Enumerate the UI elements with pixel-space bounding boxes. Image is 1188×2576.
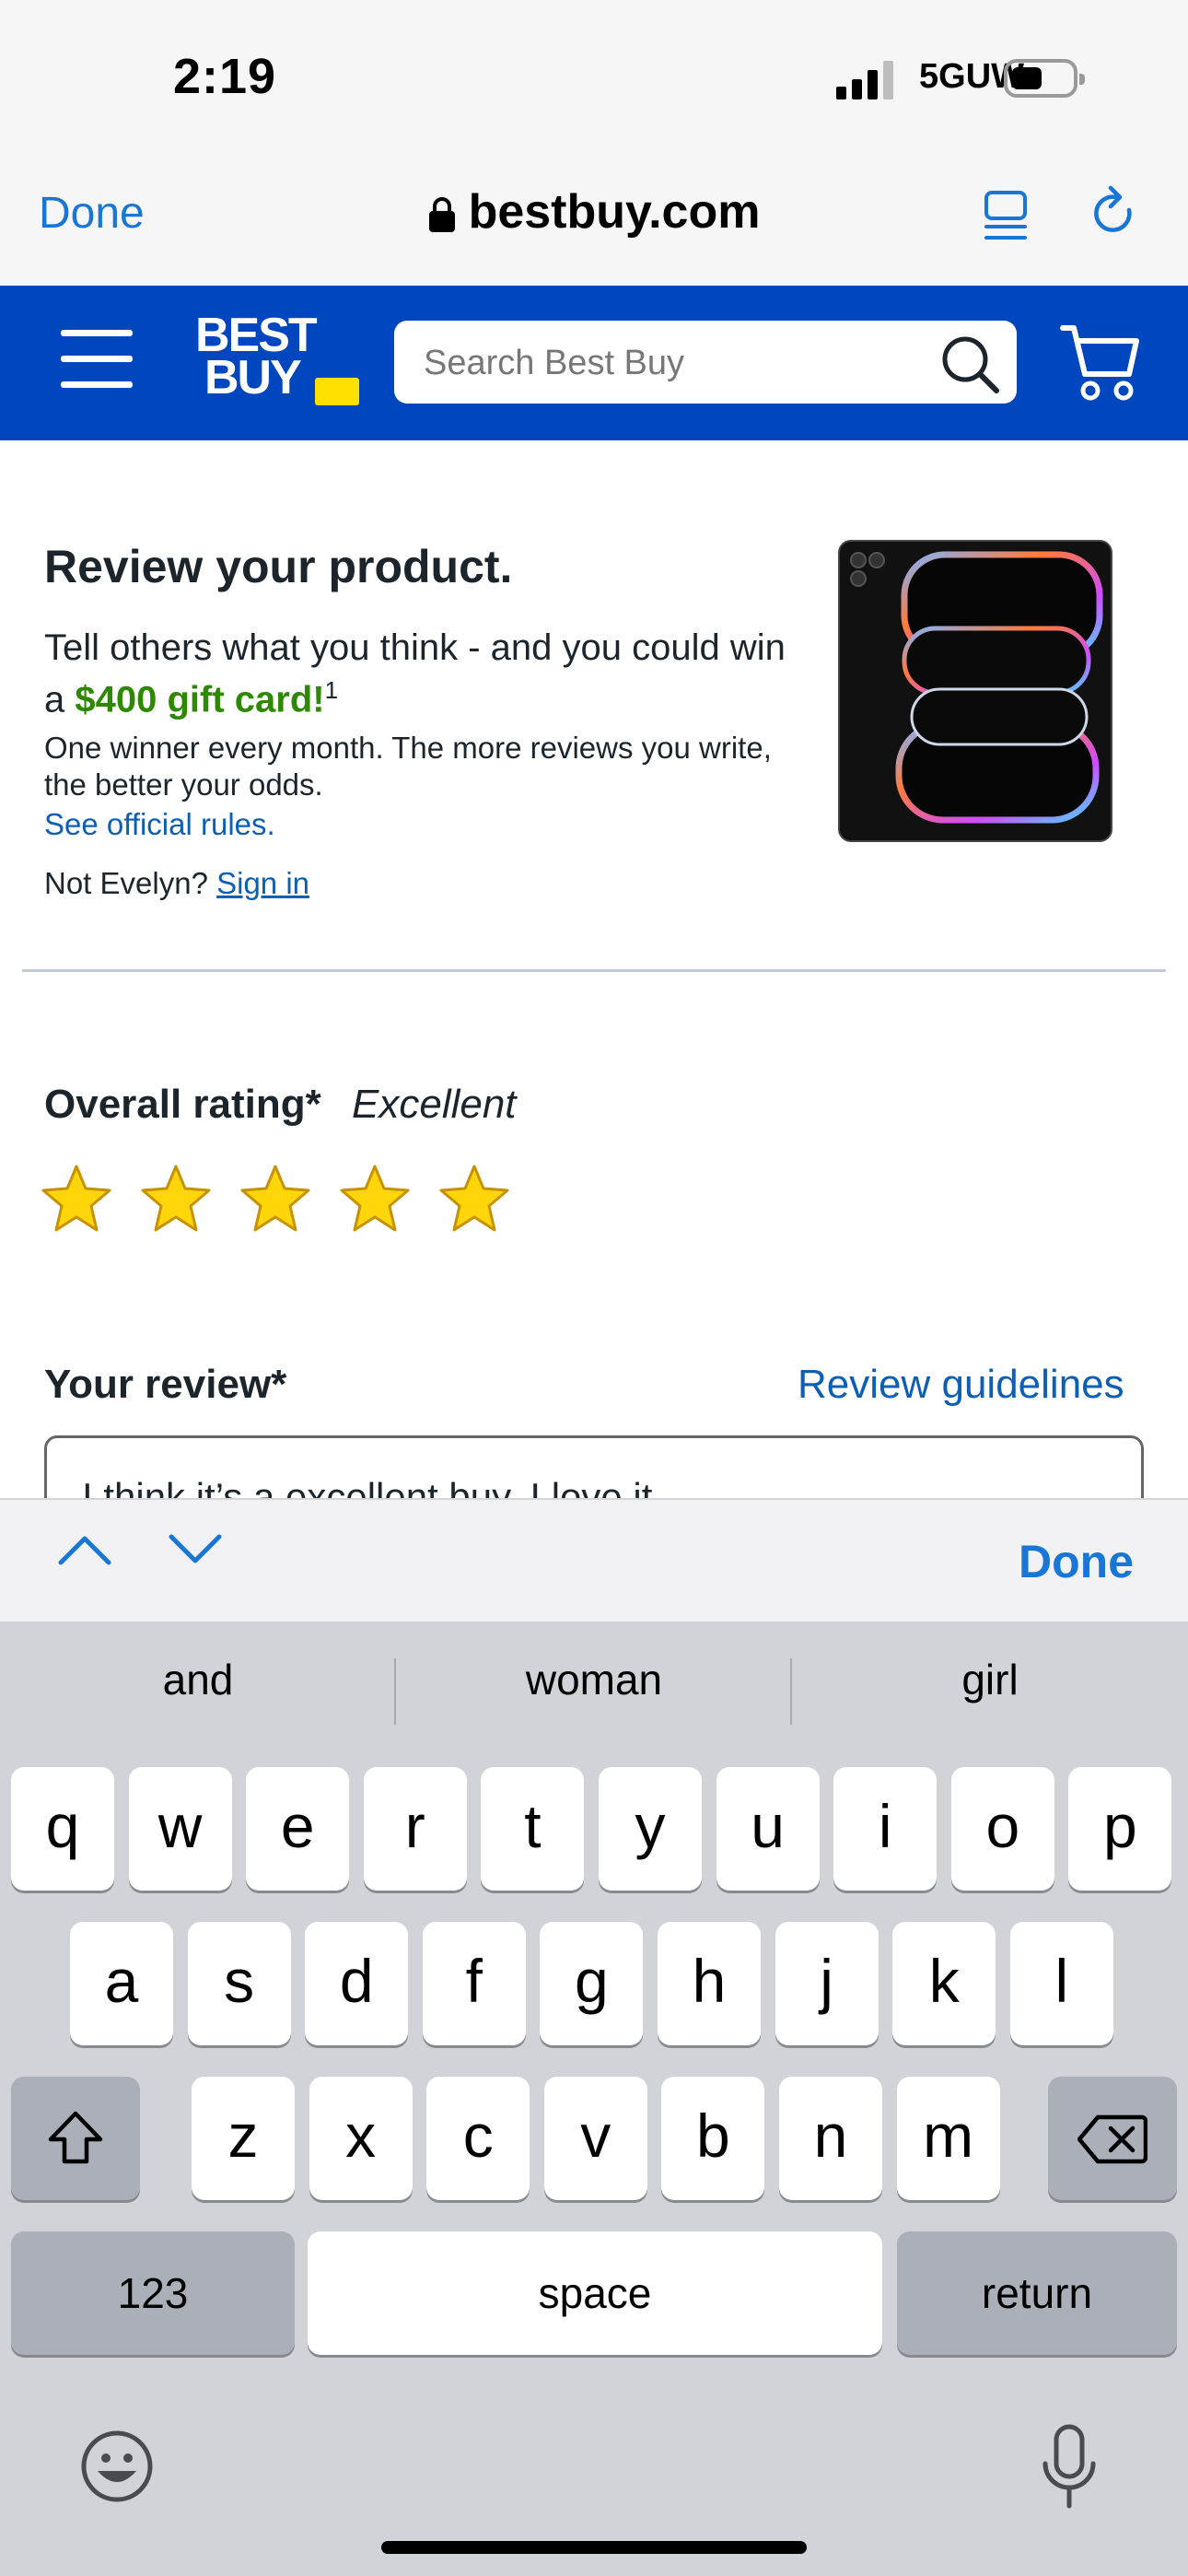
suggestion-1[interactable]: and [0, 1655, 396, 1704]
key-v[interactable]: v [543, 2077, 647, 2200]
cart-icon[interactable] [1059, 322, 1142, 402]
home-indicator [381, 2541, 807, 2554]
cellular-signal-icon [836, 61, 893, 100]
gift-card-amount: $400 gift card! [75, 679, 325, 720]
search-input[interactable] [422, 335, 923, 391]
battery-icon [1004, 59, 1085, 98]
numbers-key[interactable]: 123 [11, 2231, 295, 2355]
key-r[interactable]: r [363, 1767, 467, 1891]
key-x[interactable]: x [309, 2077, 413, 2200]
product-image [838, 540, 1112, 842]
search-icon[interactable] [938, 332, 1002, 396]
star-5[interactable] [438, 1163, 510, 1235]
key-w[interactable]: w [128, 1767, 232, 1891]
page-title: Review your product. [44, 541, 513, 592]
key-o[interactable]: o [950, 1767, 1054, 1891]
key-m[interactable]: m [896, 2077, 1000, 2200]
star-2[interactable] [140, 1163, 212, 1235]
backspace-key[interactable] [1048, 2077, 1177, 2200]
key-p[interactable]: p [1068, 1767, 1172, 1891]
key-d[interactable]: d [305, 1922, 409, 2045]
key-y[interactable]: y [599, 1767, 702, 1891]
overall-rating-label: Overall rating* [44, 1082, 321, 1127]
key-e[interactable]: e [246, 1767, 350, 1891]
key-n[interactable]: n [779, 2077, 882, 2200]
logo-tag [315, 378, 359, 405]
footnote-marker: 1 [324, 676, 339, 704]
status-time: 2:19 [173, 49, 277, 104]
key-t[interactable]: t [481, 1767, 585, 1891]
reload-icon[interactable] [1089, 184, 1140, 241]
address-domain: bestbuy.com [468, 185, 761, 239]
microphone-icon[interactable] [1041, 2423, 1098, 2512]
space-key[interactable]: space [308, 2231, 882, 2355]
sign-in-link[interactable]: Sign in [216, 866, 309, 900]
search-box[interactable] [394, 321, 1017, 404]
star-1[interactable] [41, 1163, 112, 1235]
key-g[interactable]: g [540, 1922, 644, 2045]
section-divider [22, 969, 1166, 972]
previous-field-icon[interactable] [57, 1531, 112, 1568]
key-s[interactable]: s [187, 1922, 291, 2045]
key-u[interactable]: u [716, 1767, 820, 1891]
key-k[interactable]: k [892, 1922, 996, 2045]
next-field-icon[interactable] [168, 1531, 223, 1568]
suggestion-3[interactable]: girl [792, 1655, 1188, 1704]
star-4[interactable] [339, 1163, 411, 1235]
suggestion-2[interactable]: woman [396, 1655, 792, 1704]
star-3[interactable] [239, 1163, 311, 1235]
reader-icon[interactable] [984, 190, 1028, 241]
promo-text: Tell others what you think - and you cou… [44, 627, 786, 720]
key-l[interactable]: l [1009, 1922, 1113, 2045]
review-guidelines-link[interactable]: Review guidelines [798, 1362, 1124, 1408]
bestbuy-logo[interactable]: BEST BUY [195, 311, 359, 405]
return-key[interactable]: return [897, 2231, 1177, 2355]
shift-key[interactable] [11, 2077, 140, 2200]
backspace-icon [1077, 2114, 1148, 2164]
shift-icon [48, 2111, 103, 2164]
hamburger-menu-icon[interactable] [61, 330, 133, 388]
key-z[interactable]: z [192, 2077, 295, 2200]
key-f[interactable]: f [422, 1922, 526, 2045]
key-c[interactable]: c [426, 2077, 530, 2200]
contest-info: One winner every month. The more reviews… [44, 731, 772, 802]
official-rules-link[interactable]: See official rules. [44, 807, 275, 842]
key-i[interactable]: i [833, 1767, 938, 1891]
rating-description: Excellent [352, 1082, 517, 1127]
keyboard-done-button[interactable]: Done [1019, 1535, 1134, 1588]
emoji-icon[interactable] [79, 2429, 155, 2504]
key-b[interactable]: b [661, 2077, 765, 2200]
key-h[interactable]: h [658, 1922, 761, 2045]
account-prompt: Not Evelyn? Sign in [44, 866, 310, 900]
key-a[interactable]: a [70, 1922, 173, 2045]
your-review-label: Your review* [44, 1362, 287, 1407]
lock-icon [428, 197, 455, 233]
key-j[interactable]: j [775, 1922, 879, 2045]
key-q[interactable]: q [11, 1767, 114, 1891]
